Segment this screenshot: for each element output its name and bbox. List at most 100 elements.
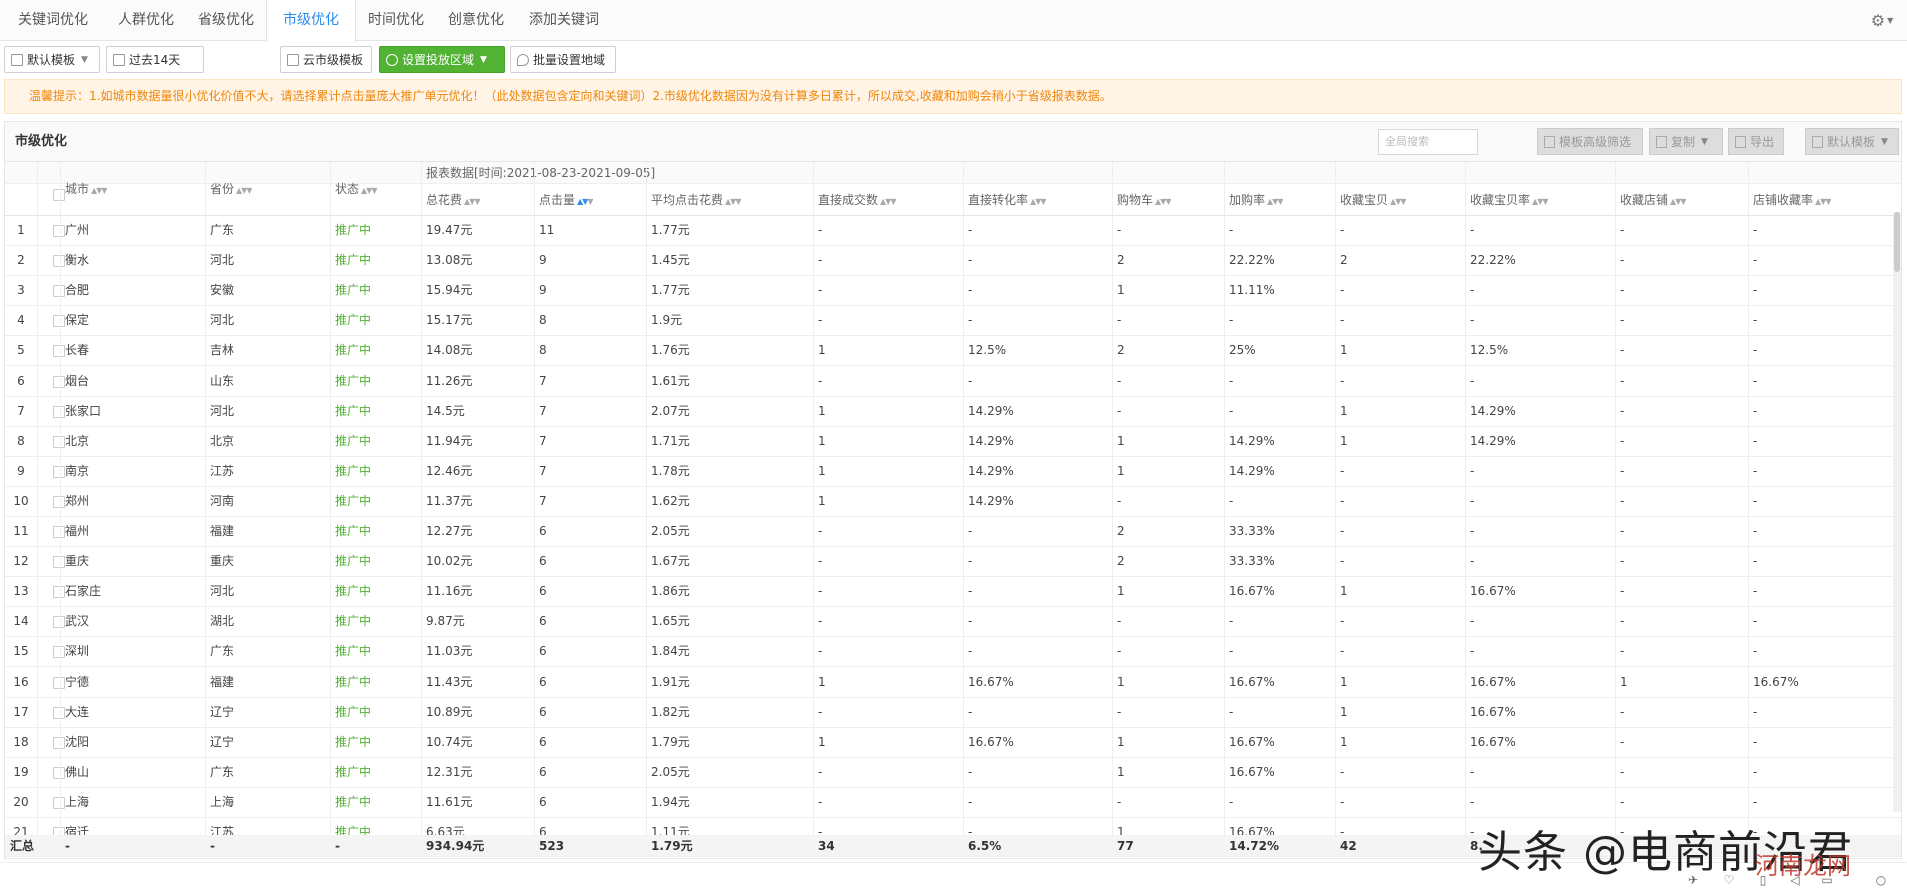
header-direct-deals[interactable]: 直接成交数 ▲▼▼: [813, 184, 896, 216]
tab-add-keyword[interactable]: 添加关键词: [516, 0, 612, 41]
header-direct-cvr[interactable]: 直接转化率 ▲▼▼: [963, 184, 1046, 216]
header-status[interactable]: 状态 ▲▼▼: [330, 162, 377, 216]
table-row[interactable]: 5 长春 吉林 推广中 14.08元 8 1.76元 1 12.5% 2 25% 1 12.5% - -: [5, 336, 1901, 367]
sort-icon[interactable]: ▲▼: [464, 186, 475, 216]
cell-clicks: 6: [539, 794, 547, 809]
header-fav-item[interactable]: 收藏宝贝 ▲▼▼: [1335, 184, 1406, 216]
table-row[interactable]: 18 沈阳 辽宁 推广中 10.74元 6 1.79元 1 16.67% 1 16.67% 1 16.6…: [5, 728, 1901, 758]
filter-icon[interactable]: ▼: [474, 186, 480, 216]
search-icon[interactable]: ○: [1874, 873, 1888, 887]
filter-icon[interactable]: ▼: [1542, 186, 1548, 216]
filter-icon[interactable]: ▼: [371, 164, 377, 216]
table-row[interactable]: 12 重庆 重庆 推广中 10.02元 6 1.67元 - - 2 33.33% - - - -: [5, 547, 1901, 578]
sort-icon[interactable]: ▲▼: [880, 186, 891, 216]
cell-direct-cvr: -: [968, 794, 973, 809]
settings-gear-icon[interactable]: ⚙ ▼: [1869, 10, 1895, 30]
tab-crowd-optimize[interactable]: 人群优化: [106, 0, 186, 41]
header-clicks[interactable]: 点击量 ▲▼▼: [534, 184, 593, 216]
table-row[interactable]: 14 武汉 湖北 推广中 9.87元 6 1.65元 - - - - - - - -: [5, 607, 1901, 638]
filter-icon[interactable]: ▼: [1825, 186, 1831, 216]
template-select[interactable]: 默认模板 ▼: [4, 46, 100, 73]
sort-icon[interactable]: ▲▼: [361, 164, 372, 216]
batch-region-button[interactable]: 批量设置地域: [510, 46, 616, 73]
header-total-cost[interactable]: 总花费 ▲▼▼: [421, 184, 480, 216]
filter-icon[interactable]: ▼: [1165, 186, 1171, 216]
cell-fav-item: -: [1340, 794, 1345, 809]
header-avg-cpc[interactable]: 平均点击花费 ▲▼▼: [646, 184, 741, 216]
header-fav-shop-rate[interactable]: 店铺收藏率 ▲▼▼: [1748, 184, 1831, 216]
filter-icon[interactable]: ▼: [890, 186, 896, 216]
filter-icon[interactable]: ▼: [246, 164, 252, 216]
tab-keyword-optimize[interactable]: 关键词优化: [0, 0, 106, 41]
cell-avg-cpc: 1.82元: [651, 704, 690, 719]
table-row[interactable]: 16 宁德 福建 推广中 11.43元 6 1.91元 1 16.67% 1 16.67% 1 16.6…: [5, 668, 1901, 698]
table-row[interactable]: 15 深圳 广东 推广中 11.03元 6 1.84元 - - - - - - - -: [5, 637, 1901, 668]
sort-icon[interactable]: ▲▼: [577, 186, 588, 216]
cell-fav-shop-rate: -: [1753, 373, 1758, 388]
cell-total-cost: 11.61元: [426, 794, 473, 809]
sort-icon[interactable]: ▲▼: [1267, 186, 1278, 216]
cell-direct-cvr: -: [968, 524, 973, 538]
cell-status: 推广中: [335, 493, 372, 508]
table-row[interactable]: 2 衡水 河北 推广中 13.08元 9 1.45元 - - 2 22.22% 2 22.22% - -: [5, 246, 1901, 277]
cell-province: 辽宁: [210, 704, 235, 719]
copy-button[interactable]: 复制 ▼: [1649, 128, 1723, 155]
table-row[interactable]: 13 石家庄 河北 推广中 11.16元 6 1.86元 - - 1 16.67% 1 16.67% - -: [5, 577, 1901, 608]
table-row[interactable]: 19 佛山 广东 推广中 12.31元 6 2.05元 - - 1 16.67% - - - -: [5, 758, 1901, 788]
table-row[interactable]: 9 南京 江苏 推广中 12.46元 7 1.78元 1 14.29% 1 14.29% - - - -: [5, 457, 1901, 487]
table-row[interactable]: 17 大连 辽宁 推广中 10.89元 6 1.82元 - - - - 1 16.67% - -: [5, 698, 1901, 728]
header-city[interactable]: 城市 ▲▼▼: [60, 162, 107, 216]
tab-creative-optimize[interactable]: 创意优化: [436, 0, 516, 41]
export-button[interactable]: 导出: [1728, 128, 1784, 155]
sort-icon[interactable]: ▲▼: [1155, 186, 1166, 216]
filter-icon[interactable]: ▼: [587, 186, 593, 216]
table-row[interactable]: 11 福州 福建 推广中 12.27元 6 2.05元 - - 2 33.33% - - - -: [5, 517, 1901, 547]
filter-icon[interactable]: ▼: [1400, 186, 1406, 216]
cell-fav-item-rate: -: [1470, 794, 1475, 809]
filter-icon[interactable]: ▼: [101, 164, 107, 216]
advanced-filter-button[interactable]: 模板高级筛选: [1537, 128, 1643, 155]
header-province[interactable]: 省份 ▲▼▼: [205, 162, 252, 216]
tab-province-optimize[interactable]: 省级优化: [186, 0, 266, 41]
table-row[interactable]: 10 郑州 河南 推广中 11.37元 7 1.62元 1 14.29% - - - - - -: [5, 487, 1901, 517]
cell-cart: -: [1117, 403, 1122, 418]
table-row[interactable]: 7 张家口 河北 推广中 14.5元 7 2.07元 1 14.29% - - 1 14.29% - -: [5, 397, 1901, 427]
sort-icon[interactable]: ▲▼: [1532, 186, 1543, 216]
filter-icon[interactable]: ▼: [735, 186, 741, 216]
sort-icon[interactable]: ▲▼: [1390, 186, 1401, 216]
filter-icon[interactable]: ▼: [1680, 186, 1686, 216]
set-region-button[interactable]: 设置投放区域 ▼: [379, 46, 505, 73]
tab-time-optimize[interactable]: 时间优化: [356, 0, 436, 41]
header-cart-rate[interactable]: 加购率 ▲▼▼: [1224, 184, 1283, 216]
filter-icon[interactable]: ▼: [1277, 186, 1283, 216]
cell-city: 重庆: [65, 554, 90, 569]
table-row[interactable]: 20 上海 上海 推广中 11.61元 6 1.94元 - - - - - - - -: [5, 788, 1901, 818]
tab-city-optimize[interactable]: 市级优化: [266, 0, 356, 42]
sort-icon[interactable]: ▲▼: [91, 164, 102, 216]
sort-icon[interactable]: ▲▼: [1815, 186, 1826, 216]
scrollbar-thumb[interactable]: [1894, 212, 1900, 272]
table-row[interactable]: 4 保定 河北 推广中 15.17元 8 1.9元 - - - - - - - -: [5, 306, 1901, 337]
header-fav-shop[interactable]: 收藏店铺 ▲▼▼: [1615, 184, 1686, 216]
sort-icon[interactable]: ▲▼: [236, 164, 247, 216]
cell-avg-cpc: 1.45元: [651, 253, 690, 268]
table-row[interactable]: 1 广州 广东 推广中 19.47元 11 1.77元 - - - - - - - -: [5, 216, 1901, 246]
cell-fav-shop-rate: -: [1753, 493, 1758, 508]
global-search-input[interactable]: 全局搜索: [1378, 129, 1478, 155]
header-fav-item-rate[interactable]: 收藏宝贝率 ▲▼▼: [1465, 184, 1548, 216]
cloud-template-button[interactable]: 云市级模板: [280, 46, 372, 73]
sort-icon[interactable]: ▲▼: [725, 186, 736, 216]
table-row[interactable]: 3 合肥 安徽 推广中 15.94元 9 1.77元 - - 1 11.11% - - - -: [5, 276, 1901, 307]
filter-icon[interactable]: ▼: [1040, 186, 1046, 216]
header-cart[interactable]: 购物车 ▲▼▼: [1112, 184, 1171, 216]
cell-cart-rate: -: [1229, 373, 1234, 388]
table-row[interactable]: 8 北京 北京 推广中 11.94元 7 1.71元 1 14.29% 1 14.29% 1 14.29…: [5, 427, 1901, 457]
sort-icon[interactable]: ▲▼: [1670, 186, 1681, 216]
table-row[interactable]: 6 烟台 山东 推广中 11.26元 7 1.61元 - - - - - - - -: [5, 367, 1901, 397]
table-scrollbar[interactable]: [1893, 212, 1901, 812]
date-range-picker[interactable]: 过去14天: [106, 46, 204, 73]
sort-icon[interactable]: ▲▼: [1030, 186, 1041, 216]
column-template-button[interactable]: 默认模板 ▼: [1805, 128, 1899, 155]
cell-fav-item: -: [1340, 313, 1345, 328]
cell-total-cost: 11.03元: [426, 644, 473, 659]
